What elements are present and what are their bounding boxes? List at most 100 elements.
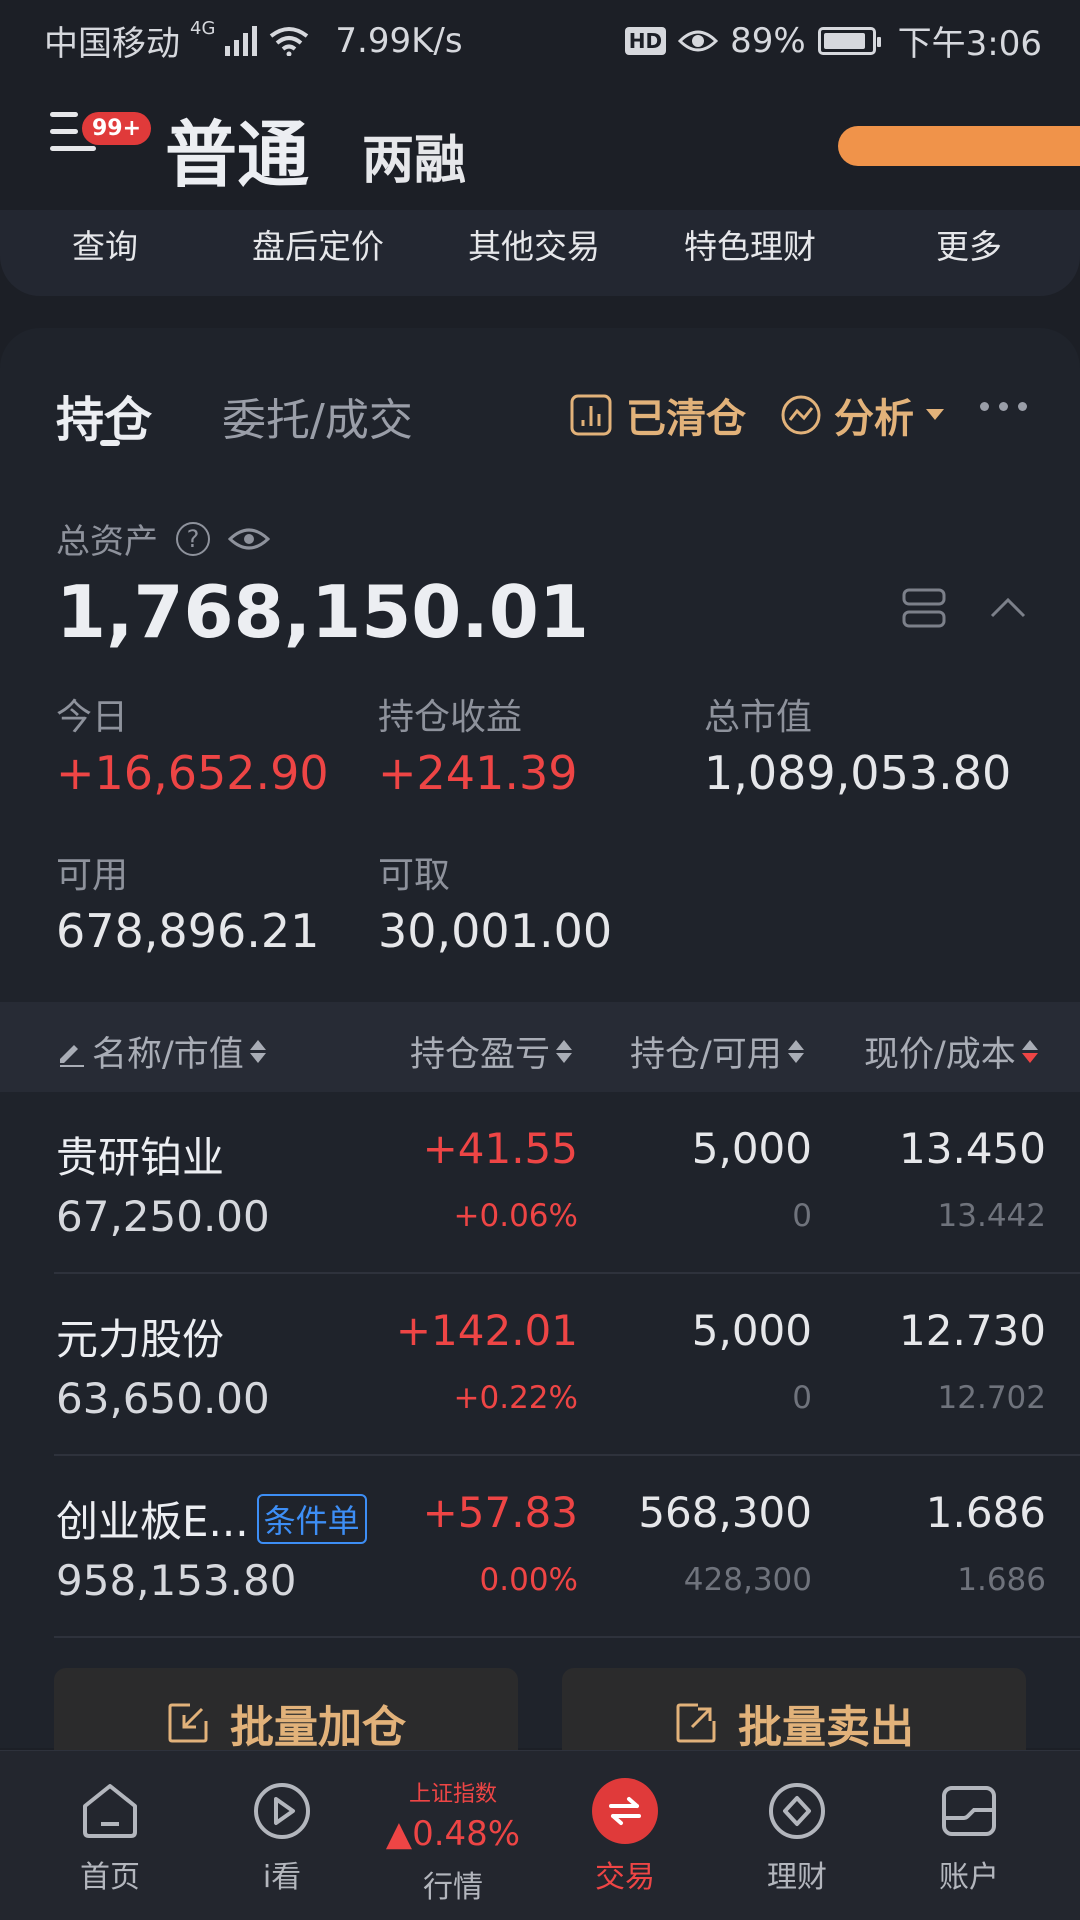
subnav-query[interactable]: 查询 xyxy=(72,220,138,268)
stat-market-value-label: 总市值 xyxy=(704,697,813,738)
carrier-label: 中国移动 xyxy=(44,24,180,64)
stock-cost: 13.442 xyxy=(937,1198,1046,1234)
col-name-label: 名称/市值 xyxy=(92,1035,244,1075)
trend-icon xyxy=(781,395,821,435)
subnav-other-trades[interactable]: 其他交易 xyxy=(468,220,600,268)
cleared-button[interactable]: 已清仓 xyxy=(570,386,746,444)
nav-trade[interactable]: 交易 xyxy=(540,1750,710,1920)
stat-position-pnl-value: +241.39 xyxy=(378,746,578,800)
stock-market-value: 63,650.00 xyxy=(56,1374,270,1423)
subnav-more[interactable]: 更多 xyxy=(936,220,1002,268)
subnav-featured-finance[interactable]: 特色理财 xyxy=(684,220,816,268)
stock-name: 创业板E... xyxy=(56,1497,249,1546)
row-divider xyxy=(54,1454,1080,1456)
stock-position: 5,000 xyxy=(691,1306,812,1355)
stat-position-pnl-label: 持仓收益 xyxy=(378,697,523,738)
notification-badge: 99+ xyxy=(82,112,152,145)
stock-pnl: +57.83 xyxy=(422,1488,578,1537)
col-position-label: 持仓/可用 xyxy=(630,1035,782,1075)
tab-margin[interactable]: 两融 xyxy=(362,118,466,193)
analysis-dropdown[interactable]: 分析 xyxy=(780,386,944,444)
stock-name: 元力股份 xyxy=(56,1315,225,1364)
diamond-icon xyxy=(769,1783,825,1839)
status-right: HD 89% 下午3:06 xyxy=(624,16,1042,65)
sort-icon-active xyxy=(1021,1040,1038,1063)
stock-name-row: 创业板E... 条件单 xyxy=(56,1488,367,1549)
eye-comfort-icon xyxy=(678,30,719,51)
stock-price: 1.686 xyxy=(925,1488,1046,1537)
stock-available: 428,300 xyxy=(683,1562,812,1598)
play-icon xyxy=(254,1783,310,1839)
wallet-icon xyxy=(942,1786,996,1836)
stat-withdrawable-label: 可取 xyxy=(378,855,451,896)
signal-icon xyxy=(225,25,258,56)
col-name-header[interactable]: 名称/市值 xyxy=(56,1026,266,1077)
conditional-order-tag[interactable]: 条件单 xyxy=(256,1493,367,1544)
sort-icon xyxy=(249,1040,266,1063)
caret-down-icon xyxy=(926,409,944,420)
nav-watch[interactable]: i看 xyxy=(197,1750,367,1920)
nav-finance[interactable]: 理财 xyxy=(712,1750,882,1920)
stock-pnl-pct: +0.06% xyxy=(453,1198,578,1234)
col-position-header[interactable]: 持仓/可用 xyxy=(630,1026,804,1077)
tab-normal[interactable]: 普通 xyxy=(165,96,309,201)
stock-pnl: +41.55 xyxy=(422,1124,578,1173)
stat-available-label: 可用 xyxy=(56,855,129,896)
stock-price: 12.730 xyxy=(899,1306,1046,1355)
subnav-after-hours-pricing[interactable]: 盘后定价 xyxy=(252,220,384,268)
stock-available: 0 xyxy=(792,1380,812,1416)
cleared-label: 已清仓 xyxy=(626,396,746,442)
tab-orders[interactable]: 委托/成交 xyxy=(222,384,413,448)
hd-icon: HD xyxy=(624,26,667,55)
stock-position: 568,300 xyxy=(638,1488,812,1537)
nav-market-label: 行情 xyxy=(423,1870,483,1905)
edit-icon[interactable] xyxy=(56,1037,86,1067)
batch-sell-label: 批量卖出 xyxy=(738,1702,914,1753)
stock-pnl: +142.01 xyxy=(395,1306,578,1355)
stock-available: 0 xyxy=(792,1198,812,1234)
nav-account-label: 账户 xyxy=(939,1860,999,1895)
sell-position-icon xyxy=(676,1703,716,1743)
network-type: 4G xyxy=(190,18,216,39)
col-pnl-label: 持仓盈亏 xyxy=(410,1035,551,1075)
nav-finance-label: 理财 xyxy=(767,1860,827,1895)
col-price-label: 现价/成本 xyxy=(864,1035,1016,1075)
help-icon[interactable]: ? xyxy=(176,521,210,556)
home-icon xyxy=(83,1784,137,1838)
row-divider xyxy=(54,1272,1080,1274)
list-view-icon[interactable] xyxy=(902,588,946,628)
stat-today-value: +16,652.90 xyxy=(56,746,329,800)
sort-icon xyxy=(787,1040,804,1063)
redacted-account xyxy=(838,126,1080,166)
total-assets-label-row: 总资产 ? xyxy=(56,514,270,563)
col-pnl-header[interactable]: 持仓盈亏 xyxy=(410,1026,573,1077)
stat-today-label: 今日 xyxy=(56,697,129,738)
stock-pnl-pct: +0.22% xyxy=(453,1380,578,1416)
stock-price: 13.450 xyxy=(899,1124,1046,1173)
batch-add-label: 批量加仓 xyxy=(230,1702,406,1753)
stock-pnl-pct: 0.00% xyxy=(479,1562,578,1598)
nav-account[interactable]: 账户 xyxy=(884,1750,1054,1920)
more-options-icon[interactable] xyxy=(980,402,1027,411)
stat-market-value-value: 1,089,053.80 xyxy=(704,746,1012,800)
stock-cost: 1.686 xyxy=(957,1562,1046,1598)
network-speed: 7.99K/s xyxy=(335,20,463,61)
status-left: 中国移动 4G 7.99K/s xyxy=(44,16,463,65)
stock-name: 贵研铂业 xyxy=(56,1133,225,1182)
stock-cost: 12.702 xyxy=(937,1380,1046,1416)
stat-available-value: 678,896.21 xyxy=(56,904,320,958)
stock-market-value: 67,250.00 xyxy=(56,1192,270,1241)
battery-level xyxy=(823,32,865,49)
nav-market[interactable]: 上证指数 ▲0.48% 行情 xyxy=(368,1750,538,1920)
sort-icon xyxy=(556,1040,573,1063)
eye-icon[interactable] xyxy=(228,525,270,553)
bar-chart-icon xyxy=(570,394,612,436)
col-price-header[interactable]: 现价/成本 xyxy=(864,1026,1038,1077)
total-assets-value: 1,768,150.01 xyxy=(56,570,589,654)
battery-percent: 89% xyxy=(730,20,806,61)
clock: 下午3:06 xyxy=(897,24,1042,64)
chevron-up-icon[interactable] xyxy=(990,590,1026,626)
stock-market-value: 958,153.80 xyxy=(56,1556,297,1605)
nav-home[interactable]: 首页 xyxy=(25,1750,195,1920)
battery-icon xyxy=(817,26,881,55)
